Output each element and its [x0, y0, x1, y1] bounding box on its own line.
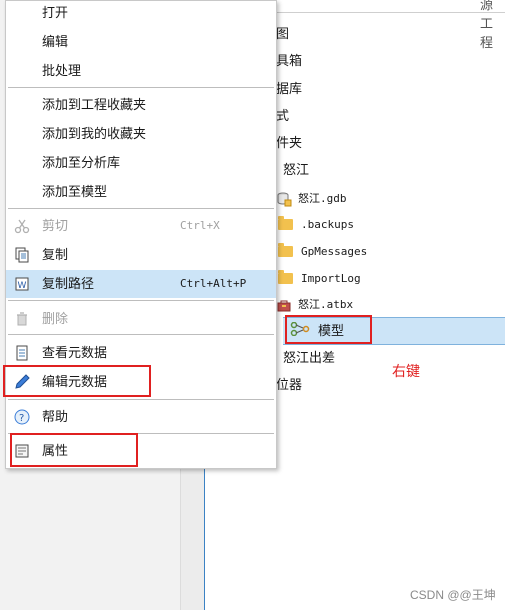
svg-text:?: ?: [19, 413, 24, 424]
menu-item-edit[interactable]: 编辑: [6, 28, 276, 56]
tree-item-locators[interactable]: 位器: [276, 373, 302, 397]
tree-item-backups[interactable]: .backups: [278, 212, 354, 236]
folder-icon: [278, 243, 293, 258]
tree-item-folder-root[interactable]: 怒江: [283, 158, 309, 182]
menu-item-open[interactable]: 打开: [6, 0, 276, 27]
toolbox-icon: [277, 300, 291, 312]
tree-item-toolboxes[interactable]: 具箱: [276, 49, 302, 73]
model-highlight-box: [285, 315, 372, 344]
geodatabase-icon: [277, 192, 292, 207]
tree-item-gdb[interactable]: 怒江.gdb: [276, 186, 347, 210]
scissors-icon: [14, 219, 30, 234]
menu-item-add-analysis-library[interactable]: 添加至分析库: [6, 149, 276, 177]
context-menu: 打开 编辑 批处理 添加到工程收藏夹 添加到我的收藏夹 添加至分析库 添加至模型…: [3, 0, 277, 469]
tree-item-nujiang-trip[interactable]: 怒江出差: [283, 346, 335, 370]
menu-item-batch[interactable]: 批处理: [6, 57, 276, 85]
menu-item-delete[interactable]: 删除: [6, 305, 276, 333]
trash-icon: [17, 312, 27, 326]
menu-item-copy-path[interactable]: W 复制路径 Ctrl+Alt+P: [6, 270, 276, 298]
menu-separator: [8, 334, 274, 335]
menu-item-add-to-model[interactable]: 添加至模型: [6, 178, 276, 206]
tree-item-maps[interactable]: 图: [276, 22, 289, 46]
copy-icon: [15, 247, 29, 263]
menu-separator: [8, 399, 274, 400]
menu-separator: [8, 208, 274, 209]
menu-item-view-metadata[interactable]: 查看元数据: [6, 339, 276, 367]
tree-item-styles[interactable]: 式: [276, 104, 289, 128]
menu-item-help[interactable]: ? 帮助: [6, 403, 276, 431]
tree-item-folders[interactable]: 件夹: [276, 131, 302, 155]
menu-item-copy[interactable]: 复制: [6, 241, 276, 269]
copy-path-icon: W: [15, 277, 29, 291]
tree-item-atbx[interactable]: 怒江.atbx: [276, 292, 353, 316]
properties-highlight-box: [10, 433, 138, 467]
menu-separator: [8, 300, 274, 301]
svg-text:W: W: [18, 281, 27, 291]
tree-item-gpmessages[interactable]: GpMessages: [278, 239, 367, 263]
menu-item-cut[interactable]: 剪切 Ctrl+X: [6, 212, 276, 240]
tree-header-text: 源 工程: [480, 0, 494, 50]
document-icon: [16, 345, 28, 361]
help-icon: ?: [14, 409, 30, 425]
folder-icon: [278, 216, 293, 231]
right-click-annotation: 右键: [392, 363, 420, 379]
menu-item-add-project-favorites[interactable]: 添加到工程收藏夹: [6, 91, 276, 119]
edit-metadata-highlight-box: [3, 365, 151, 397]
watermark: CSDN @@王坤: [410, 588, 496, 602]
tree-item-databases[interactable]: 据库: [276, 77, 302, 101]
tree-item-importlog[interactable]: ImportLog: [278, 266, 361, 290]
folder-icon: [278, 270, 293, 285]
menu-item-add-my-favorites[interactable]: 添加到我的收藏夹: [6, 120, 276, 148]
menu-separator: [8, 87, 274, 88]
